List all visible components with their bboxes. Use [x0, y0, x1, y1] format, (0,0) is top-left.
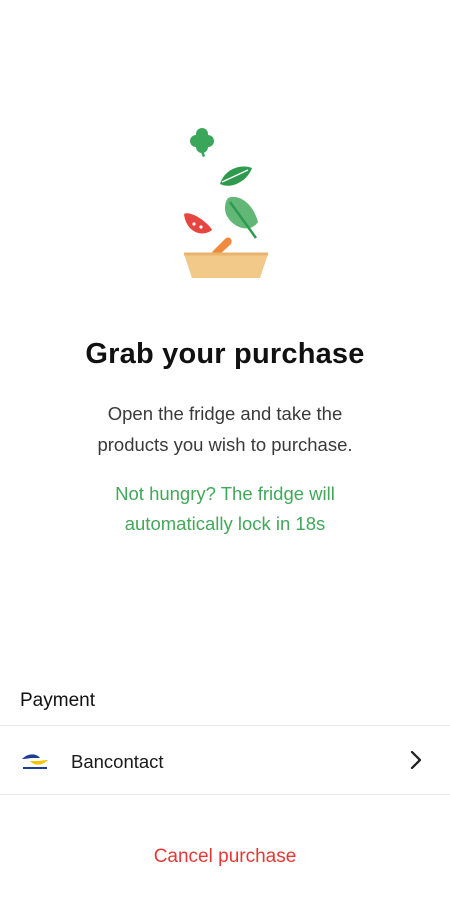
payment-method-name: Bancontact [71, 751, 164, 772]
auto-lock-hint: Not hungry? The fridge will automaticall… [50, 479, 400, 539]
clover-icon [190, 128, 214, 158]
hint-line-1: Not hungry? The fridge will [115, 483, 335, 504]
salad-bowl-illustration [184, 128, 268, 278]
instruction-line-1: Open the fridge and take the [107, 403, 343, 424]
payment-method-row[interactable]: Bancontact [0, 725, 450, 795]
basil-leaf-icon [224, 196, 258, 239]
tomato-slice-icon [184, 213, 212, 234]
hint-line-2: automatically lock in 18s [124, 513, 326, 534]
cancel-purchase-button[interactable]: Cancel purchase [0, 846, 450, 868]
payment-section-label: Payment [20, 690, 95, 711]
bowl-icon [184, 252, 268, 278]
small-leaf-icon [220, 166, 252, 186]
bancontact-logo-icon [22, 754, 48, 769]
instruction-text: Open the fridge and take the products yo… [50, 398, 400, 460]
chevron-right-icon [410, 750, 422, 770]
instruction-line-2: products you wish to purchase. [97, 434, 353, 455]
page-title: Grab your purchase [85, 338, 365, 370]
purchase-screen: Grab your purchase Open the fridge and t… [0, 0, 450, 900]
